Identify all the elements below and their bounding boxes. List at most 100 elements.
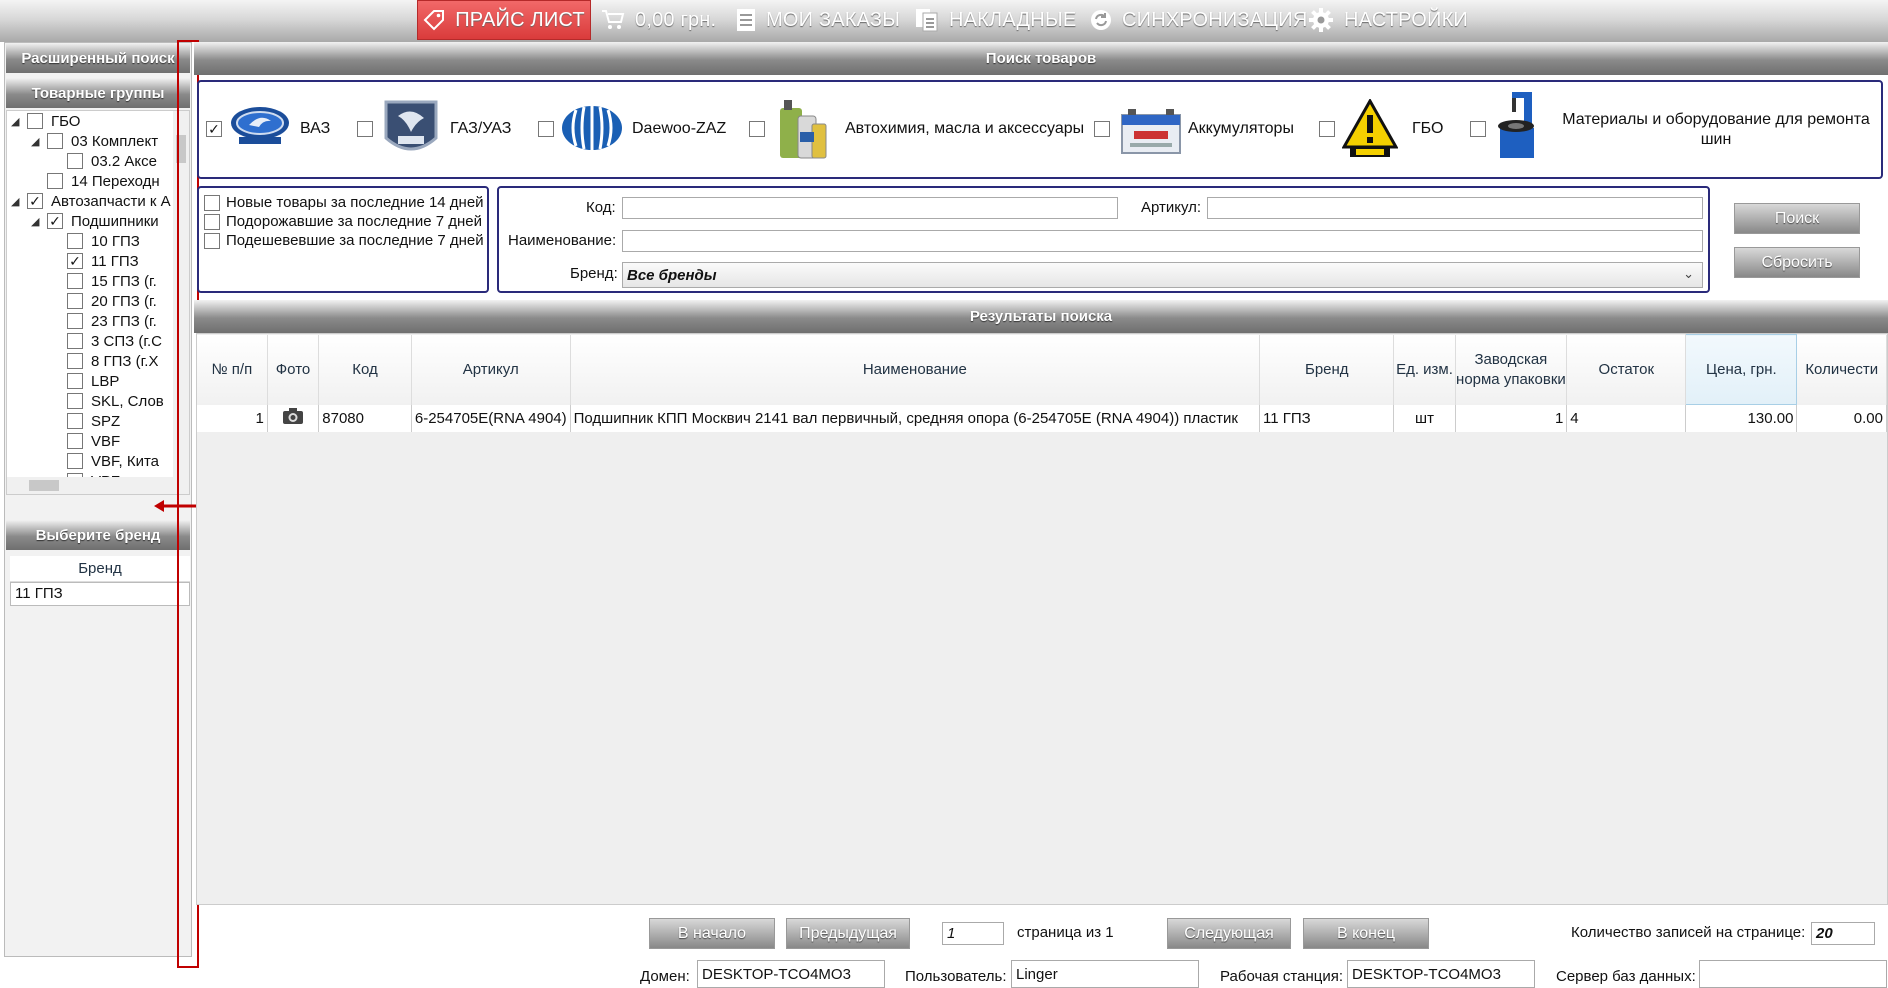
- column-header[interactable]: Наименование: [570, 334, 1261, 405]
- tree-node-checkbox[interactable]: [67, 413, 83, 429]
- tree-node[interactable]: 03.2 Аксе: [51, 151, 157, 171]
- tree-node[interactable]: 10 ГПЗ: [51, 231, 140, 251]
- tree-hscroll-thumb[interactable]: [29, 480, 59, 491]
- price-list-tab[interactable]: ПРАЙС ЛИСТ: [417, 0, 591, 40]
- choose-brand-header[interactable]: Выберите бренд: [6, 520, 190, 550]
- expand-triangle-icon[interactable]: ◢: [31, 215, 43, 228]
- quick-filter-option[interactable]: Подешевевшие за последние 7 дней: [204, 232, 484, 249]
- category-label[interactable]: Аккумуляторы: [1188, 120, 1294, 138]
- tree-node-checkbox[interactable]: [67, 313, 83, 329]
- article-input[interactable]: [1207, 197, 1703, 219]
- tree-node-checkbox[interactable]: [67, 433, 83, 449]
- category-checkbox[interactable]: [1094, 121, 1110, 137]
- column-header[interactable]: № п/п: [197, 334, 268, 405]
- tree-node[interactable]: ✓ 11 ГПЗ: [51, 251, 139, 271]
- tree-node-checkbox[interactable]: [67, 373, 83, 389]
- tree-node[interactable]: 3 СПЗ (г.С: [51, 331, 162, 351]
- category-label[interactable]: ГБО: [1412, 120, 1443, 138]
- quick-filter-checkbox[interactable]: [204, 213, 220, 230]
- my-orders-tab[interactable]: МОИ ЗАКАЗЫ: [736, 0, 900, 40]
- category-label[interactable]: Daewoo-ZAZ: [632, 120, 726, 138]
- tree-node[interactable]: LBP: [51, 371, 119, 391]
- code-input[interactable]: [622, 197, 1118, 219]
- tree-node[interactable]: ◢ 03 Комплект: [31, 131, 158, 151]
- tree-node[interactable]: SKL, Слов: [51, 391, 164, 411]
- tree-node-checkbox[interactable]: [67, 233, 83, 249]
- expand-triangle-icon[interactable]: ◢: [11, 195, 23, 208]
- category-label[interactable]: Автохимия, масла и аксессуары: [845, 120, 1084, 138]
- tree-node-checkbox[interactable]: ✓: [67, 253, 83, 269]
- brand-column-header[interactable]: Бренд: [10, 556, 190, 582]
- tree-node[interactable]: 14 Переходн: [31, 171, 160, 191]
- tree-node-checkbox[interactable]: [67, 393, 83, 409]
- tree-node[interactable]: 23 ГПЗ (г.: [51, 311, 157, 331]
- tree-node[interactable]: ◢ ГБО: [11, 111, 80, 131]
- column-header[interactable]: Фото: [267, 334, 320, 405]
- column-header[interactable]: Остаток: [1566, 334, 1687, 405]
- column-header[interactable]: Код: [318, 334, 412, 405]
- quick-filter-option[interactable]: Новые товары за последние 14 дней: [204, 194, 484, 211]
- advanced-search-header[interactable]: Расширенный поиск: [6, 43, 190, 73]
- tree-node-label: 3 СПЗ (г.С: [91, 332, 162, 350]
- category-checkbox[interactable]: [538, 121, 554, 137]
- expand-triangle-icon[interactable]: ◢: [31, 135, 43, 148]
- next-page-button[interactable]: Следующая: [1167, 918, 1291, 949]
- product-groups-header[interactable]: Товарные группы: [6, 78, 190, 108]
- tree-node[interactable]: VBF: [51, 431, 120, 451]
- category-label[interactable]: Материалы и оборудование для ремонта шин: [1562, 110, 1870, 150]
- brand-select[interactable]: Все бренды ⌄: [622, 262, 1703, 288]
- quick-filter-checkbox[interactable]: [204, 194, 220, 211]
- page-number-input[interactable]: 1: [942, 922, 1004, 945]
- tree-node[interactable]: 20 ГПЗ (г.: [51, 291, 157, 311]
- column-header[interactable]: Заводская норма упаковки: [1455, 334, 1568, 405]
- category-checkbox[interactable]: [357, 121, 373, 137]
- last-page-button[interactable]: В конец: [1303, 918, 1429, 949]
- category-checkbox[interactable]: ✓: [206, 121, 222, 137]
- tree-node-checkbox[interactable]: [27, 113, 43, 129]
- tree-node-checkbox[interactable]: [47, 173, 63, 189]
- tree-node-checkbox[interactable]: [67, 453, 83, 469]
- tree-node[interactable]: ◢ ✓ Автозапчасти к А: [11, 191, 171, 211]
- invoices-tab[interactable]: НАКЛАДНЫЕ: [915, 0, 1076, 40]
- tree-node[interactable]: SPZ: [51, 411, 120, 431]
- tree-node[interactable]: 15 ГПЗ (г.: [51, 271, 157, 291]
- column-header[interactable]: Бренд: [1259, 334, 1395, 405]
- quick-filter-checkbox[interactable]: [204, 232, 220, 249]
- column-header[interactable]: Количести: [1796, 334, 1887, 405]
- tree-node[interactable]: VBF, Кита: [51, 451, 159, 471]
- category-label[interactable]: ГАЗ/УАЗ: [450, 120, 511, 138]
- first-page-button[interactable]: В начало: [649, 918, 775, 949]
- column-header[interactable]: Цена, грн.: [1685, 334, 1798, 405]
- tree-node-checkbox[interactable]: [67, 353, 83, 369]
- prev-page-button[interactable]: Предыдущая: [786, 918, 910, 949]
- cart-button[interactable]: 0,00 грн.: [601, 0, 716, 40]
- brand-list-item[interactable]: 11 ГПЗ: [10, 582, 190, 606]
- tree-node-checkbox[interactable]: ✓: [27, 193, 43, 209]
- category-checkbox[interactable]: [749, 121, 765, 137]
- sync-tab[interactable]: СИНХРОНИЗАЦИЯ: [1090, 0, 1308, 40]
- search-button[interactable]: Поиск: [1734, 203, 1860, 234]
- category-checkbox[interactable]: [1319, 121, 1335, 137]
- tree-node-checkbox[interactable]: ✓: [47, 213, 63, 229]
- expand-triangle-icon[interactable]: ◢: [11, 115, 23, 128]
- tree-node[interactable]: ◢ ✓ Подшипники: [31, 211, 159, 231]
- category-checkbox[interactable]: [1470, 121, 1486, 137]
- tree-node-checkbox[interactable]: [67, 273, 83, 289]
- per-page-input[interactable]: 20: [1811, 922, 1875, 945]
- column-header[interactable]: Артикул: [411, 334, 571, 405]
- reset-button[interactable]: Сбросить: [1734, 247, 1860, 278]
- settings-tab[interactable]: НАСТРОЙКИ: [1308, 0, 1468, 40]
- category-label[interactable]: ВАЗ: [300, 120, 330, 138]
- quick-filter-option[interactable]: Подорожавшие за последние 7 дней: [204, 213, 482, 230]
- table-row[interactable]: 1 87080 6-254705E(RNA 4904) Подшипник КПП М…: [197, 404, 1887, 432]
- tree-node-checkbox[interactable]: [67, 153, 83, 169]
- tree-horizontal-scrollbar[interactable]: [7, 477, 189, 494]
- tree-node-checkbox[interactable]: [47, 133, 63, 149]
- column-header[interactable]: Ед. изм.: [1393, 334, 1456, 405]
- tree-node[interactable]: 8 ГПЗ (г.Х: [51, 351, 158, 371]
- name-input[interactable]: [622, 230, 1703, 252]
- camera-icon[interactable]: [282, 407, 304, 425]
- tree-node-checkbox[interactable]: [67, 333, 83, 349]
- tree-node-checkbox[interactable]: [67, 293, 83, 309]
- table-cell-photo[interactable]: [267, 404, 320, 432]
